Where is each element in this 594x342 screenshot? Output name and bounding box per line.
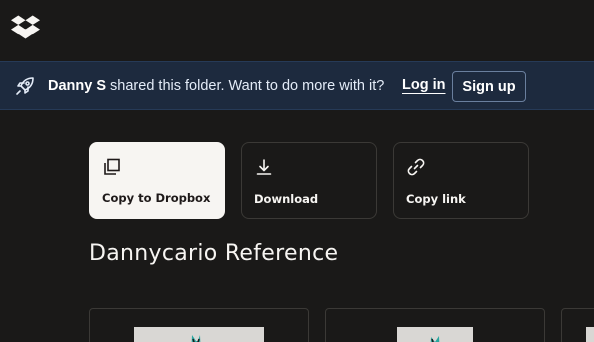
sharer-name: Danny S (48, 78, 107, 94)
character-thumbnail-icon (191, 335, 201, 342)
file-card[interactable] (561, 308, 594, 342)
copy-to-dropbox-button[interactable]: Copy to Dropbox (89, 142, 225, 219)
copy-link-label: Copy link (406, 192, 466, 206)
file-card[interactable] (89, 308, 309, 342)
file-card[interactable] (325, 308, 545, 342)
top-bar (0, 0, 594, 60)
banner-message: Danny S shared this folder. Want to do m… (48, 77, 384, 96)
share-banner: Danny S shared this folder. Want to do m… (0, 61, 594, 110)
file-thumbnail (586, 327, 594, 342)
copy-icon (104, 158, 120, 175)
folder-title: Dannycario Reference (89, 241, 339, 266)
download-label: Download (254, 192, 319, 206)
rocket-icon (16, 77, 34, 95)
file-thumbnail (134, 327, 264, 342)
link-icon (407, 158, 425, 176)
copy-link-button[interactable]: Copy link (393, 142, 529, 219)
dropbox-logo-icon[interactable] (11, 15, 40, 39)
login-link[interactable]: Log in (402, 76, 446, 95)
copy-to-dropbox-label: Copy to Dropbox (102, 191, 211, 205)
banner-message-text: shared this folder. Want to do more with… (110, 78, 385, 94)
signup-button[interactable]: Sign up (452, 71, 526, 102)
character-thumbnail-icon (430, 336, 440, 342)
download-button[interactable]: Download (241, 142, 377, 219)
download-icon (256, 159, 272, 175)
file-thumbnail (397, 327, 473, 342)
